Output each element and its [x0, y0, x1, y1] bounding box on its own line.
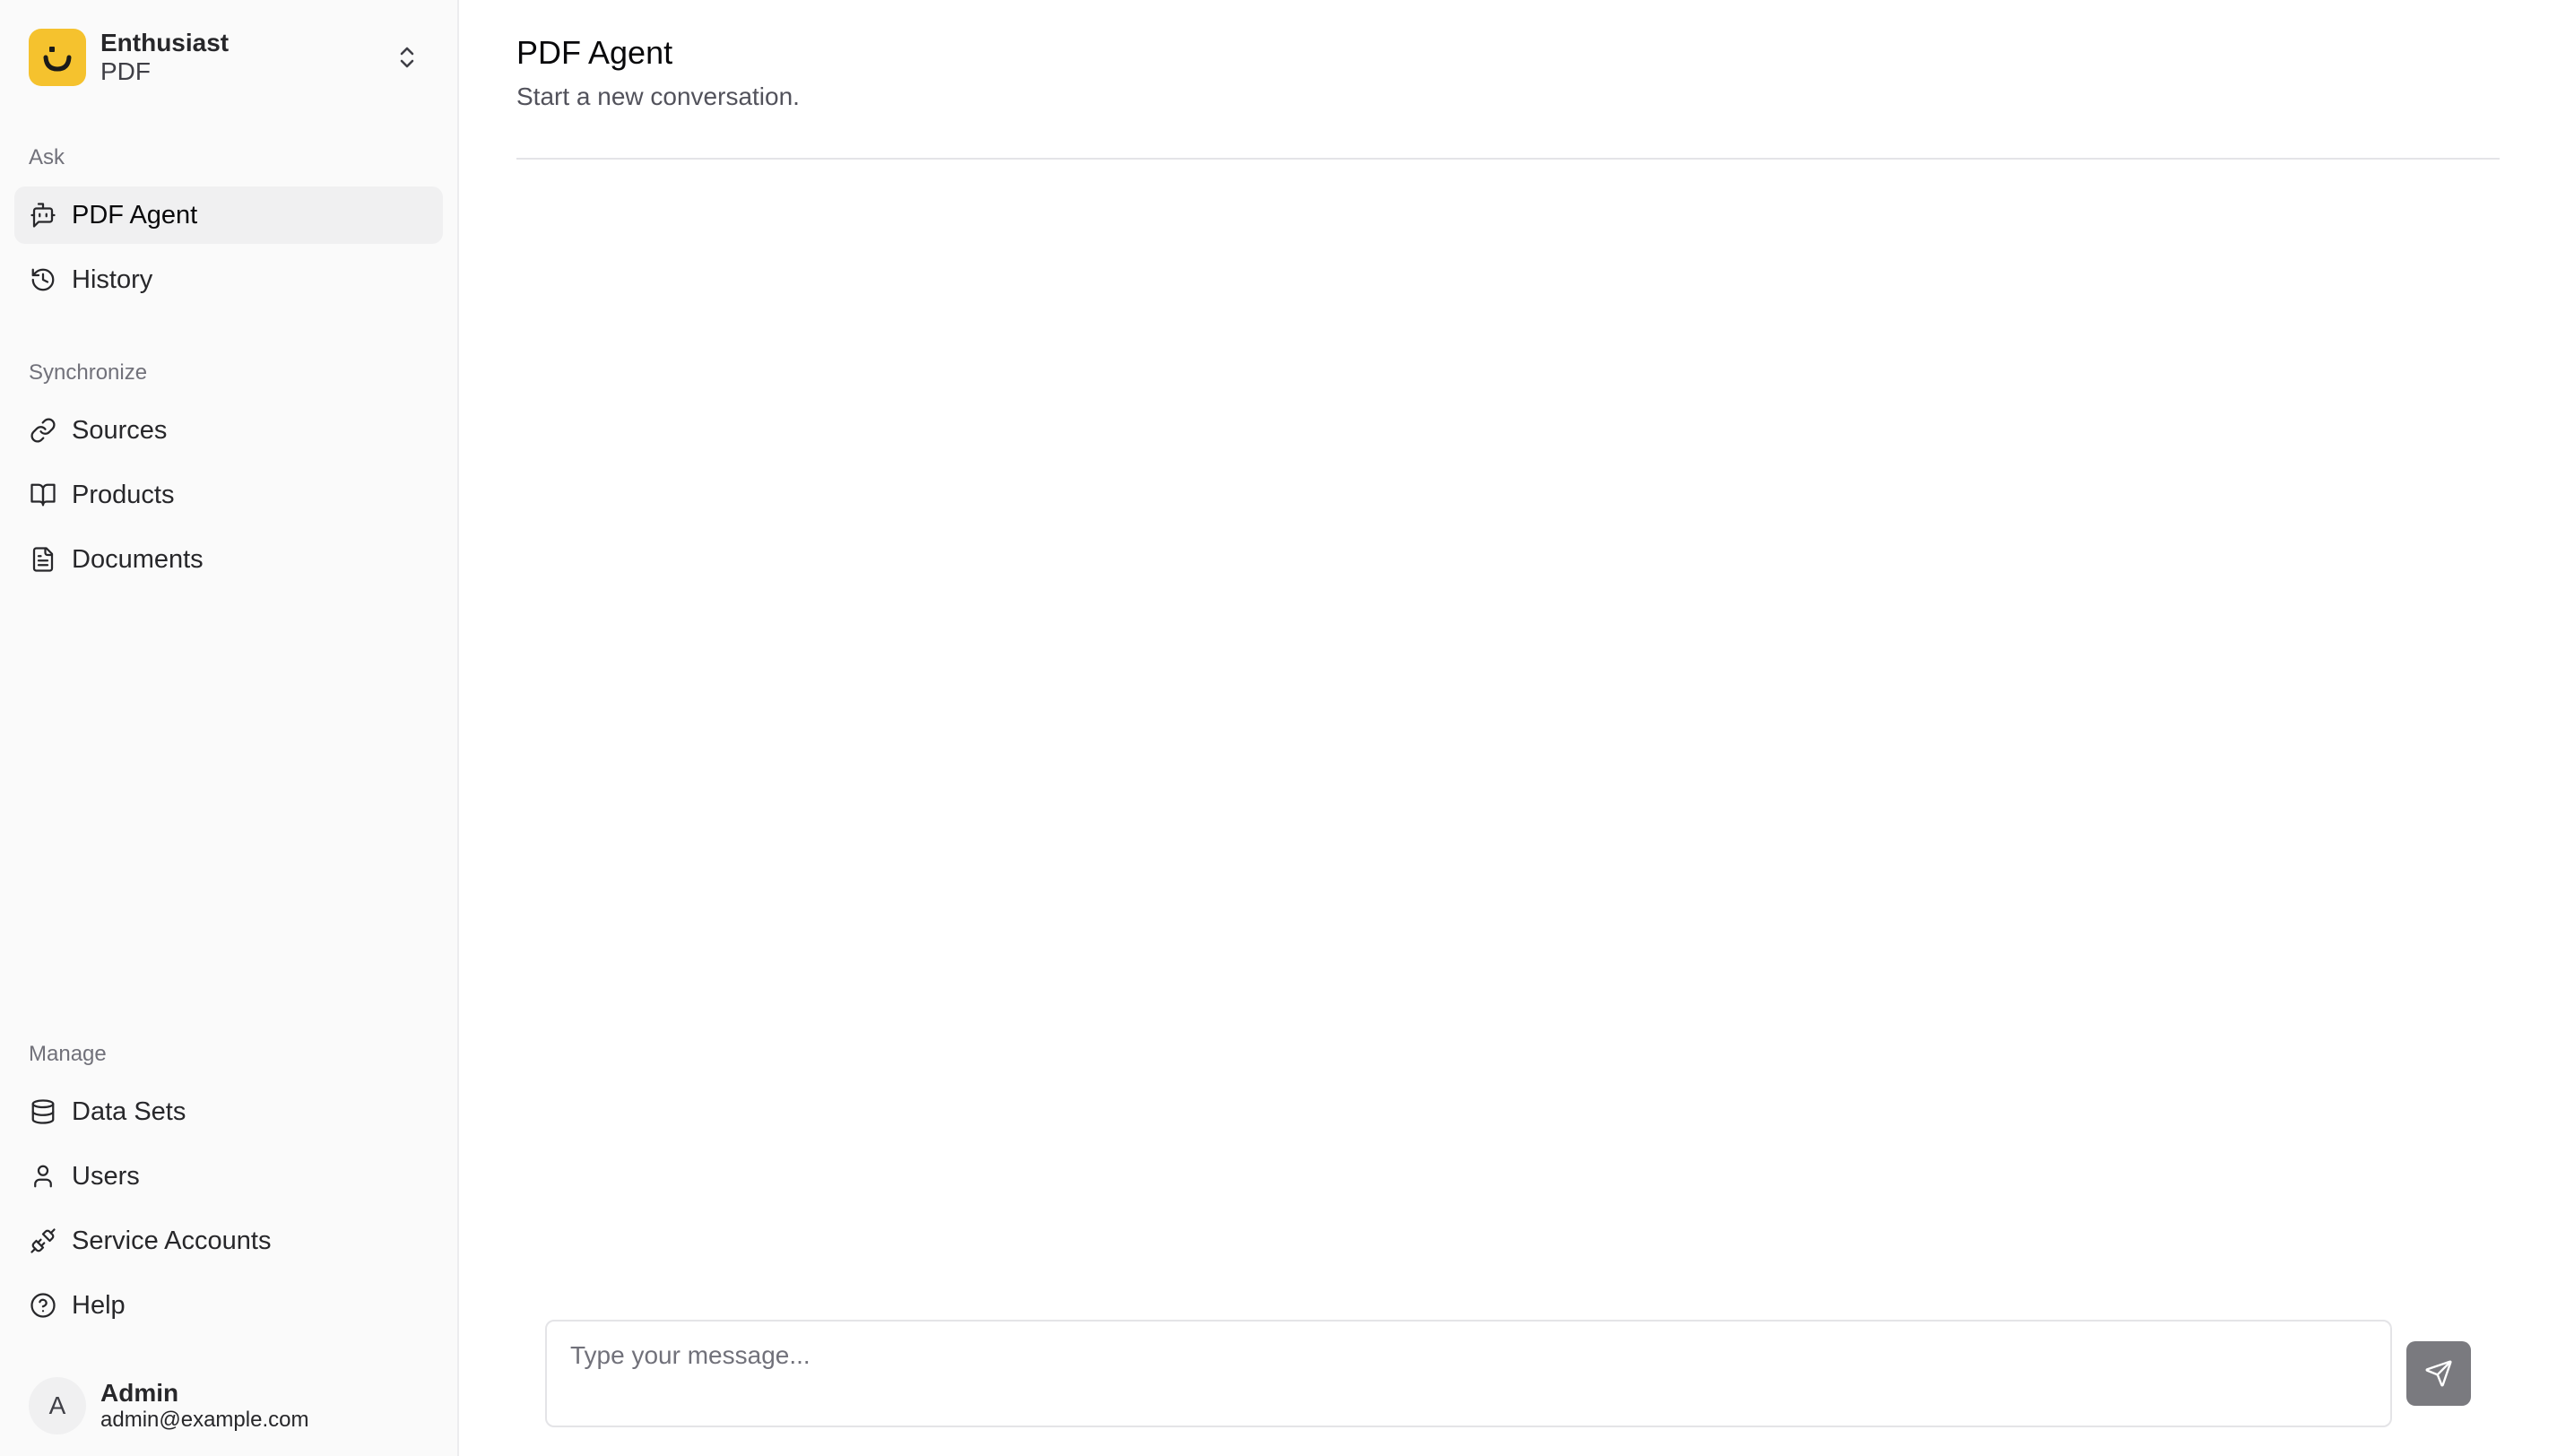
user-name: Admin	[100, 1378, 179, 1407]
sidebar-item-label: Sources	[72, 415, 168, 445]
sidebar-item-label: Data Sets	[72, 1096, 186, 1126]
user-icon	[29, 1162, 57, 1191]
sidebar-item-label: PDF Agent	[72, 200, 198, 230]
page-header: PDF Agent Start a new conversation.	[516, 0, 2500, 160]
brand-subtitle: PDF	[100, 57, 151, 85]
nav-group-label: Ask	[29, 145, 65, 169]
smile-logo-icon	[43, 47, 72, 72]
help-circle-icon	[29, 1291, 57, 1320]
main-content: PDF Agent Start a new conversation.	[459, 0, 2557, 1456]
user-menu[interactable]: A Admin admin@example.com	[14, 1363, 443, 1449]
app-root: Enthusiast PDF Ask PDF Agent History Syn…	[0, 0, 2557, 1456]
user-email: admin@example.com	[100, 1408, 309, 1433]
conversation-area	[516, 160, 2500, 1320]
sidebar-item-pdf-agent[interactable]: PDF Agent	[14, 186, 443, 244]
sidebar-item-data-sets[interactable]: Data Sets	[14, 1083, 443, 1140]
nav-group-label: Synchronize	[29, 360, 148, 385]
sidebar-item-documents[interactable]: Documents	[14, 531, 443, 588]
sidebar-item-help[interactable]: Help	[14, 1277, 443, 1334]
bot-message-icon	[29, 201, 57, 230]
sidebar-item-label: History	[72, 264, 153, 294]
send-icon	[2425, 1360, 2452, 1387]
sidebar-item-label: Users	[72, 1161, 140, 1191]
nav-group-manage: Manage Data Sets Users Service Accounts …	[14, 1036, 443, 1341]
sidebar-item-service-accounts[interactable]: Service Accounts	[14, 1212, 443, 1270]
sidebar-item-history[interactable]: History	[14, 251, 443, 308]
brand-name: Enthusiast	[100, 28, 230, 56]
sidebar-item-label: Documents	[72, 544, 204, 574]
send-button[interactable]	[2406, 1341, 2471, 1406]
sidebar-item-products[interactable]: Products	[14, 466, 443, 524]
file-text-icon	[29, 545, 57, 574]
history-icon	[29, 265, 57, 294]
link-icon	[29, 416, 57, 445]
sidebar: Enthusiast PDF Ask PDF Agent History Syn…	[0, 0, 459, 1456]
brand-logo	[29, 29, 86, 86]
chevrons-up-down-icon[interactable]	[393, 43, 421, 72]
workspace-switcher[interactable]: Enthusiast PDF	[14, 0, 443, 115]
message-composer	[516, 1320, 2500, 1456]
nav-group-ask: Ask PDF Agent History	[14, 140, 443, 316]
nav-group-synchronize: Synchronize Sources Products Documents	[14, 355, 443, 595]
sidebar-item-users[interactable]: Users	[14, 1148, 443, 1205]
avatar: A	[29, 1377, 86, 1434]
nav-group-label: Manage	[29, 1042, 107, 1066]
brand-text: Enthusiast PDF	[100, 29, 393, 86]
sidebar-item-sources[interactable]: Sources	[14, 402, 443, 459]
sidebar-item-label: Service Accounts	[72, 1226, 272, 1255]
sidebar-item-label: Products	[72, 480, 175, 509]
page-title: PDF Agent	[516, 34, 673, 71]
message-input[interactable]	[545, 1320, 2392, 1427]
page-subtitle: Start a new conversation.	[516, 82, 800, 110]
user-info: Admin admin@example.com	[100, 1378, 308, 1434]
plug-icon	[29, 1226, 57, 1255]
database-icon	[29, 1097, 57, 1126]
book-open-icon	[29, 481, 57, 509]
sidebar-item-label: Help	[72, 1290, 126, 1320]
